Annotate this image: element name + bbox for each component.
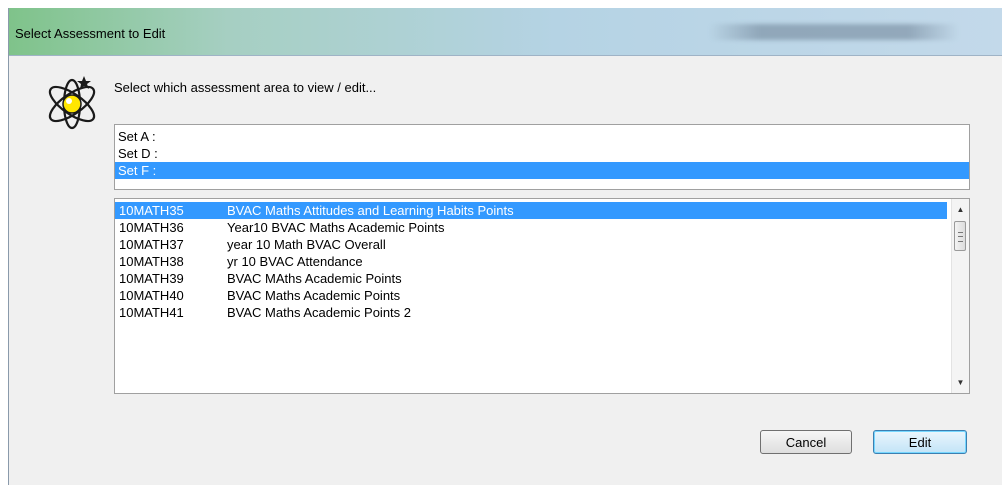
set-list-item[interactable]: Set D : bbox=[115, 145, 969, 162]
assessment-name: year 10 Math BVAC Overall bbox=[227, 237, 386, 252]
grip-icon bbox=[958, 232, 963, 242]
set-list[interactable]: Set A : Set D : Set F : bbox=[114, 124, 970, 190]
assessment-name: BVAC Maths Academic Points 2 bbox=[227, 305, 412, 320]
assessment-list-item[interactable]: 10MATH41 BVAC Maths Academic Points 2 bbox=[115, 304, 947, 321]
edit-button[interactable]: Edit bbox=[873, 430, 967, 454]
set-list-item[interactable]: Set A : bbox=[115, 128, 969, 145]
blurred-title-text bbox=[709, 24, 959, 40]
cancel-button[interactable]: Cancel bbox=[760, 430, 852, 454]
assessment-code: 10MATH36 bbox=[119, 220, 184, 235]
assessment-code: 10MATH39 bbox=[119, 271, 184, 286]
scrollbar-thumb[interactable] bbox=[954, 221, 966, 251]
assessment-name: BVAC Maths Attitudes and Learning Habits… bbox=[227, 203, 514, 218]
assessment-list-item[interactable]: 10MATH39 BVAC MAths Academic Points bbox=[115, 270, 947, 287]
atom-star-icon bbox=[48, 76, 96, 130]
assessment-code: 10MATH38 bbox=[119, 254, 184, 269]
assessment-code: 10MATH37 bbox=[119, 237, 184, 252]
set-list-item-selected[interactable]: Set F : bbox=[115, 162, 969, 179]
assessment-name: yr 10 BVAC Attendance bbox=[227, 254, 363, 269]
scroll-up-arrow-icon[interactable]: ▲ bbox=[952, 201, 969, 218]
assessment-list-item-selected[interactable]: 10MATH35 BVAC Maths Attitudes and Learni… bbox=[115, 202, 947, 219]
scroll-down-arrow-icon[interactable]: ▼ bbox=[952, 374, 969, 391]
assessment-name: BVAC MAths Academic Points bbox=[227, 271, 402, 286]
window-title: Select Assessment to Edit bbox=[15, 26, 166, 41]
assessment-list-item[interactable]: 10MATH37 year 10 Math BVAC Overall bbox=[115, 236, 947, 253]
assessment-code: 10MATH35 bbox=[119, 203, 184, 218]
assessment-list[interactable]: 10MATH35 BVAC Maths Attitudes and Learni… bbox=[114, 198, 970, 394]
prompt-text: Select which assessment area to view / e… bbox=[114, 80, 377, 95]
assessment-code: 10MATH40 bbox=[119, 288, 184, 303]
title-bar[interactable]: Select Assessment to Edit bbox=[9, 8, 1002, 56]
assessment-name: BVAC Maths Academic Points bbox=[227, 288, 401, 303]
vertical-scrollbar[interactable]: ▲ ▼ bbox=[951, 199, 969, 393]
assessment-name: Year10 BVAC Maths Academic Points bbox=[227, 220, 445, 235]
assessment-list-item[interactable]: 10MATH38 yr 10 BVAC Attendance bbox=[115, 253, 947, 270]
assessment-code: 10MATH41 bbox=[119, 305, 184, 320]
assessment-list-item[interactable]: 10MATH36 Year10 BVAC Maths Academic Poin… bbox=[115, 219, 947, 236]
assessment-list-item[interactable]: 10MATH40 BVAC Maths Academic Points bbox=[115, 287, 947, 304]
